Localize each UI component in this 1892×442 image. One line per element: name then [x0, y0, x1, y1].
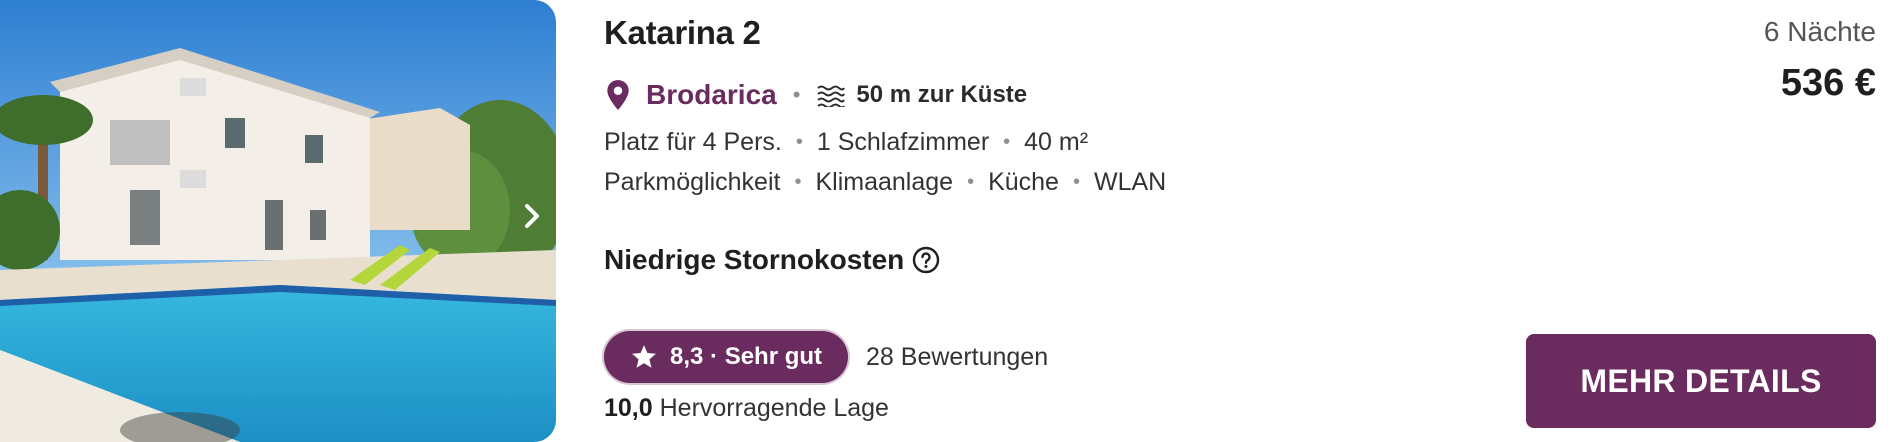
separator-dot: • — [795, 131, 803, 153]
rating-text: 8,3 · Sehr gut — [670, 343, 823, 370]
nights-count: 6 Nächte — [1763, 16, 1876, 47]
property-photo[interactable] — [0, 0, 556, 442]
rating-row: 8,3 · Sehr gut 28 Bewertungen — [604, 331, 1048, 383]
property-title[interactable]: Katarina 2 — [604, 14, 761, 52]
size-fact: 40 m² — [1024, 128, 1089, 156]
location-score-label: Hervorragende Lage — [659, 394, 889, 422]
property-photo-image — [0, 0, 556, 442]
amenities-list: Parkmöglichkeit • Klimaanlage • Küche • … — [604, 168, 1166, 197]
location-row: Brodarica • 50 m zur Küste — [604, 76, 1027, 114]
amenity-wifi: WLAN — [1093, 168, 1167, 196]
rating-badge[interactable]: 8,3 · Sehr gut — [604, 331, 849, 383]
separator-dot: • — [1003, 131, 1011, 153]
separator-dot: • — [794, 171, 802, 193]
amenity-kitchen: Küche — [988, 168, 1059, 196]
chevron-right-icon — [525, 204, 539, 228]
bedrooms-fact: 1 Schlafzimmer — [816, 128, 990, 156]
listing-card[interactable]: Katarina 2 Brodarica • 50 m zur Küste Pl… — [0, 0, 1892, 442]
amenity-air-conditioning: Klimaanlage — [815, 168, 954, 196]
star-icon — [632, 345, 656, 368]
question-circle-icon[interactable] — [912, 246, 940, 274]
review-count[interactable]: 28 Bewertungen — [866, 343, 1048, 372]
amenity-parking: Parkmöglichkeit — [604, 168, 781, 196]
more-details-button[interactable]: MEHR DETAILS — [1526, 334, 1876, 428]
location-score-value: 10,0 — [604, 394, 653, 422]
separator-dot: • — [967, 171, 975, 193]
waves-icon — [817, 85, 846, 107]
location-score: 10,0 Hervorragende Lage — [604, 394, 889, 423]
cancellation-info: Niedrige Stornokosten — [604, 244, 940, 276]
coast-distance: 50 m zur Küste — [856, 81, 1028, 108]
separator-dot: • — [792, 82, 801, 107]
property-facts: Platz für 4 Pers. • 1 Schlafzimmer • 40 … — [604, 128, 1088, 157]
map-pin-icon — [607, 80, 629, 110]
separator-dot: • — [1072, 171, 1080, 193]
location-name[interactable]: Brodarica — [646, 79, 777, 111]
cancellation-label: Niedrige Stornokosten — [604, 244, 905, 275]
next-photo-button[interactable] — [514, 198, 550, 234]
capacity-fact: Platz für 4 Pers. — [604, 128, 782, 156]
total-price: 536 € — [1780, 62, 1876, 104]
